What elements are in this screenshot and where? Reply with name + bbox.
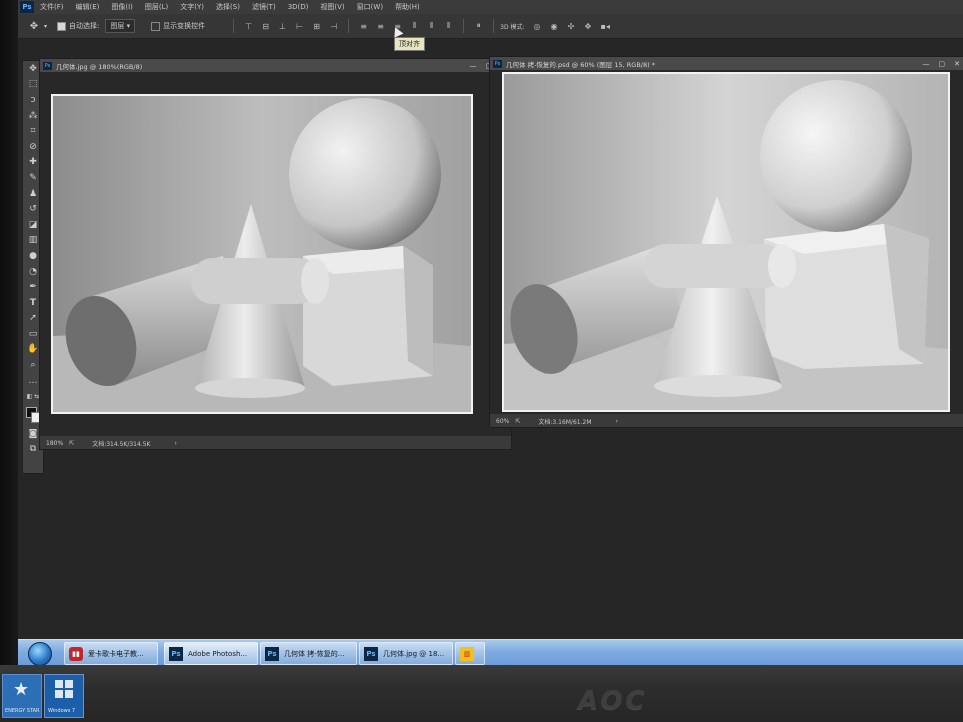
canvas-area[interactable] <box>490 70 963 414</box>
menu-layer[interactable]: 图层(L) <box>145 2 168 12</box>
geometric-still-life-image <box>502 72 950 412</box>
3d-slide-icon[interactable]: ✥ <box>584 22 593 31</box>
taskbar-item[interactable]: ▥ <box>455 642 485 665</box>
minimize-icon[interactable]: — <box>470 62 477 70</box>
windows-badge-text: Windows 7 <box>48 708 76 714</box>
document-window-2[interactable]: Ps 几何体 拷-恢复的.psd @ 60% (图层 15, RGB/8) * … <box>489 56 963 428</box>
align-bottom-icon[interactable]: ⊥ <box>278 22 287 31</box>
menu-view[interactable]: 视图(V) <box>320 2 344 12</box>
menu-select[interactable]: 选择(S) <box>216 2 240 12</box>
3d-scale-icon[interactable]: ▪◂ <box>601 22 610 31</box>
auto-align-icon[interactable]: ⏸ <box>474 21 483 31</box>
zoom-level[interactable]: 180% <box>46 440 63 447</box>
distribute-right-icon[interactable]: ⫴ <box>444 21 453 31</box>
taskbar-item[interactable]: Ps 几何体.jpg @ 18... <box>359 642 453 665</box>
menu-file[interactable]: 文件(F) <box>40 2 64 12</box>
energy-star-icon: ★ <box>13 679 30 700</box>
ps-icon: Ps <box>169 646 183 661</box>
distribute-hcenter-icon[interactable]: ⫴ <box>427 21 436 31</box>
taskbar: ▮▮ 爱卡歌卡电子教... Ps Adobe Photosh... Ps 几何体… <box>18 639 963 665</box>
aoc-brand-logo: AOC <box>578 686 648 716</box>
taskbar-item-label: Adobe Photosh... <box>188 649 248 658</box>
menu-edit[interactable]: 编辑(E) <box>76 2 100 12</box>
tool-preset-dropdown-icon[interactable]: ▾ <box>44 23 47 30</box>
taskbar-item-label: 爱卡歌卡电子教... <box>88 649 144 658</box>
ps-icon: Ps <box>364 646 378 661</box>
energy-star-badge: ★ ENERGY STAR <box>2 674 42 718</box>
maximize-icon[interactable]: ▢ <box>939 60 946 68</box>
document-size: 文档:314.5K/314.5K <box>92 440 151 448</box>
menu-window[interactable]: 窗口(W) <box>357 2 383 12</box>
monitor-bezel-left <box>0 0 18 722</box>
document-title-bar[interactable]: Ps 几何体.jpg @ 180%(RGB/8) — ▢ ✕ <box>40 59 511 72</box>
distribute-top-icon[interactable]: ≡ <box>359 22 368 31</box>
document-window-1[interactable]: Ps 几何体.jpg @ 180%(RGB/8) — ▢ ✕ <box>39 58 512 450</box>
align-vcenter-icon[interactable]: ⊟ <box>261 22 270 31</box>
menu-3d[interactable]: 3D(D) <box>288 3 309 11</box>
status-bar: 60% ⇱ 文档:3.16M/61.2M › <box>490 415 963 427</box>
taskbar-item[interactable]: ▮▮ 爱卡歌卡电子教... <box>64 642 158 665</box>
show-transform-checkbox[interactable] <box>151 21 161 31</box>
status-bar: 180% ⇱ 文档:314.5K/314.5K › <box>40 437 511 449</box>
ps-doc-icon: Ps <box>43 61 52 70</box>
photoshop-logo-icon[interactable]: Ps <box>20 1 34 13</box>
taskbar-item[interactable]: Ps Adobe Photosh... <box>164 642 258 665</box>
align-top-icon[interactable]: ⊤ <box>244 22 253 31</box>
chart-app-icon: ▥ <box>460 646 474 661</box>
screen: Ps 文件(F) 编辑(E) 图像(I) 图层(L) 文字(Y) 选择(S) 滤… <box>18 0 963 665</box>
monitor-bezel-bottom <box>0 665 963 722</box>
options-bar: ✥ ▾ 自动选择: 图层 ▾ 显示变换控件 ⊤ ⊟ ⊥ ⊢ ⊞ ⊣ ≡ ≡ ≡ … <box>18 14 963 39</box>
align-hcenter-icon[interactable]: ⊞ <box>312 22 321 31</box>
status-info-icon[interactable]: ⇱ <box>69 440 74 447</box>
auto-select-dropdown[interactable]: 图层 ▾ <box>105 19 136 33</box>
menu-type[interactable]: 文字(Y) <box>180 2 204 12</box>
minimize-icon[interactable]: — <box>923 60 930 68</box>
menu-image[interactable]: 图像(I) <box>111 2 133 12</box>
auto-select-checkbox[interactable] <box>57 21 67 31</box>
ps-icon: Ps <box>265 646 279 661</box>
taskbar-item-label: 几何体 拷-恢复的... <box>284 649 345 658</box>
menu-filter[interactable]: 滤镜(T) <box>252 2 276 12</box>
3d-roll-icon[interactable]: ◉ <box>550 22 559 31</box>
document-title: 几何体.jpg @ 180%(RGB/8) <box>56 62 143 71</box>
canvas-area[interactable] <box>40 72 511 436</box>
distribute-left-icon[interactable]: ⫴ <box>410 21 419 31</box>
move-tool-icon[interactable]: ✥ <box>26 21 42 32</box>
ps-doc-icon: Ps <box>493 59 502 68</box>
status-menu-arrow-icon[interactable]: › <box>616 418 618 425</box>
menu-help[interactable]: 帮助(H) <box>395 2 420 12</box>
status-info-icon[interactable]: ⇱ <box>515 418 520 425</box>
status-menu-arrow-icon[interactable]: › <box>174 440 176 447</box>
taskbar-item-label: 几何体.jpg @ 18... <box>383 649 445 658</box>
energy-star-text: ENERGY STAR <box>5 708 40 714</box>
align-right-icon[interactable]: ⊣ <box>329 22 338 31</box>
geometric-still-life-image <box>51 94 473 414</box>
distribute-vcenter-icon[interactable]: ≡ <box>376 22 385 31</box>
windows-logo-icon <box>55 680 73 698</box>
3d-orbit-icon[interactable]: ◎ <box>533 22 542 31</box>
windows-badge: Windows 7 <box>44 674 84 718</box>
red-app-icon: ▮▮ <box>69 646 83 661</box>
document-title: 几何体 拷-恢复的.psd @ 60% (图层 15, RGB/8) * <box>506 60 655 69</box>
auto-select-value: 图层 <box>110 22 125 30</box>
3d-pan-icon[interactable]: ✣ <box>567 22 576 31</box>
document-size: 文档:3.16M/61.2M <box>538 418 592 426</box>
close-icon[interactable]: ✕ <box>954 60 960 68</box>
align-left-icon[interactable]: ⊢ <box>295 22 304 31</box>
start-button[interactable] <box>28 642 52 665</box>
tooltip: 顶对齐 <box>394 37 425 51</box>
menu-bar: Ps 文件(F) 编辑(E) 图像(I) 图层(L) 文字(Y) 选择(S) 滤… <box>18 0 963 14</box>
3d-mode-label: 3D 模式: <box>500 23 525 31</box>
taskbar-item[interactable]: Ps 几何体 拷-恢复的... <box>260 642 357 665</box>
show-transform-label: 显示变换控件 <box>163 22 206 30</box>
zoom-level[interactable]: 60% <box>496 418 509 425</box>
document-title-bar[interactable]: Ps 几何体 拷-恢复的.psd @ 60% (图层 15, RGB/8) * … <box>490 57 963 70</box>
auto-select-label: 自动选择: <box>69 22 100 30</box>
